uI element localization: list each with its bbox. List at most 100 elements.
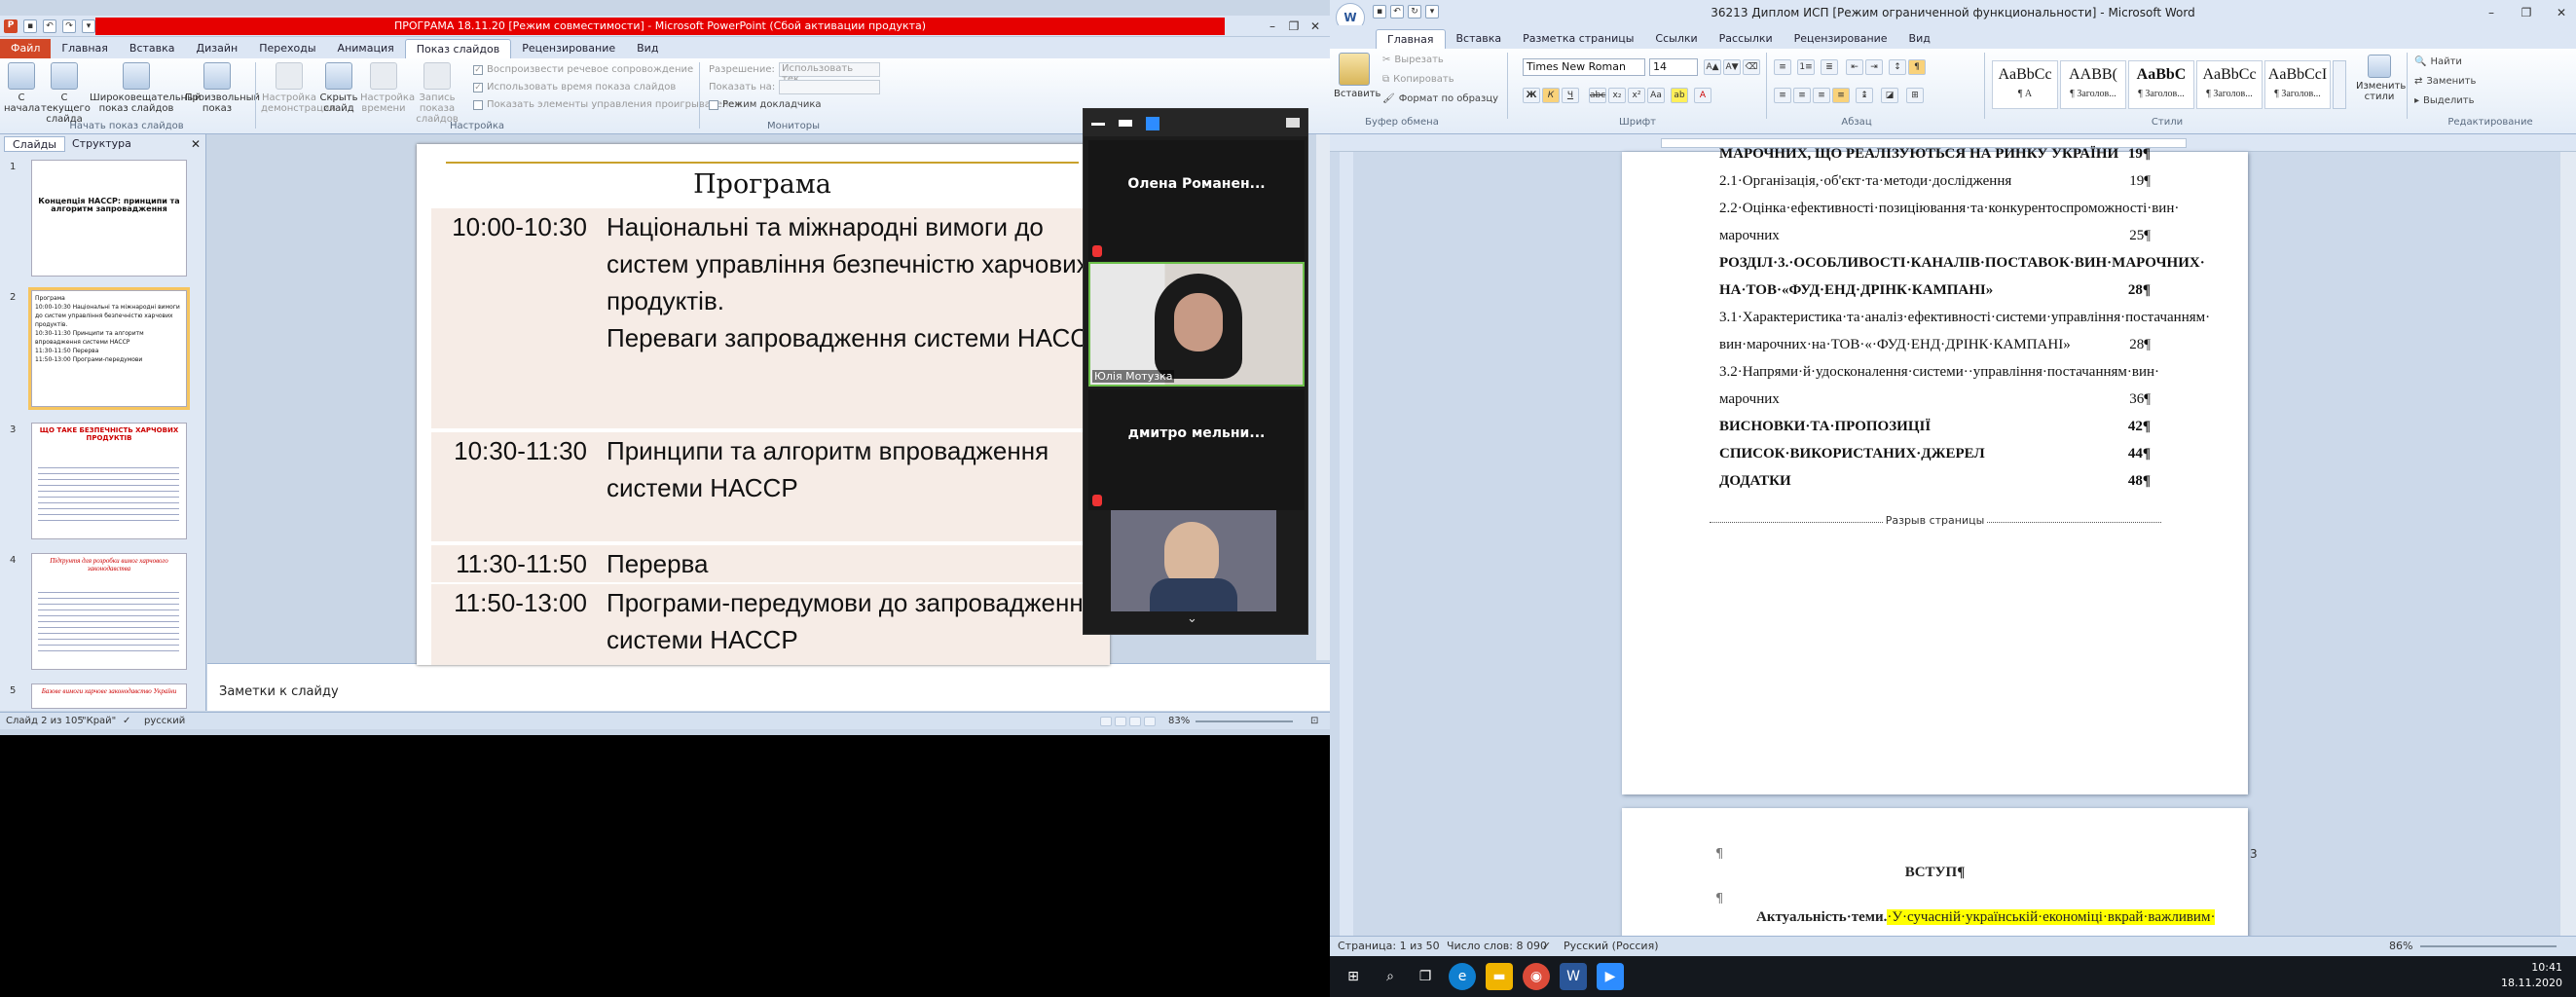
borders-icon[interactable]: ⊞ <box>1906 88 1924 103</box>
notes-pane[interactable]: Заметки к слайду <box>207 663 1330 711</box>
change-case-icon[interactable]: Aa <box>1647 88 1665 103</box>
spellcheck-icon[interactable]: ✓ <box>123 713 130 730</box>
tab-mailings[interactable]: Рассылки <box>1709 29 1784 49</box>
minimize-panel-icon[interactable] <box>1091 123 1105 126</box>
spellcheck-icon[interactable]: ✓ <box>1542 937 1551 956</box>
style-heading-1[interactable]: AABB(¶ Заголов... <box>2060 60 2126 109</box>
tab-insert[interactable]: Вставка <box>119 39 186 58</box>
line-spacing-icon[interactable]: ↨ <box>1856 88 1873 103</box>
tab-references[interactable]: Ссылки <box>1644 29 1708 49</box>
document-page[interactable]: МАРОЧНИХ, ЩО РЕАЛІЗУЮТЬСЯ НА РИНКУ УКРАЇ… <box>1622 146 2248 794</box>
tab-transitions[interactable]: Переходы <box>248 39 326 58</box>
word-count[interactable]: Число слов: 8 090 <box>1447 937 1547 956</box>
find-button[interactable]: 🔍 Найти <box>2414 56 2462 67</box>
highlight-icon[interactable]: ab <box>1671 88 1688 103</box>
minimize-icon[interactable]: – <box>1262 18 1283 34</box>
from-current-button[interactable]: С текущего слайда <box>41 62 91 125</box>
presenter-view-checkbox[interactable]: Режим докладчика <box>709 99 822 110</box>
tab-view[interactable]: Вид <box>626 39 669 58</box>
sort-icon[interactable]: ↕ <box>1889 59 1906 75</box>
slide-thumbnail-1[interactable]: Концепція НАССР: принципи та алгоритм за… <box>31 160 187 277</box>
decrease-indent-icon[interactable]: ⇤ <box>1846 59 1863 75</box>
narration-checkbox[interactable]: ✓ Воспроизвести речевое сопровождение <box>473 64 693 75</box>
cut-button[interactable]: ✂ Вырезать <box>1382 55 1444 65</box>
resolution-select[interactable]: Использовать тек... <box>779 62 880 85</box>
page-counter[interactable]: Страница: 1 из 50 <box>1338 937 1440 956</box>
fit-window-icon[interactable]: ⊡ <box>1310 713 1318 730</box>
save-icon[interactable]: ▪ <box>23 19 37 33</box>
tab-review[interactable]: Рецензирование <box>1784 29 1898 49</box>
restore-icon[interactable]: ❐ <box>1283 18 1305 34</box>
strikethrough-icon[interactable]: abc <box>1589 88 1606 103</box>
participant-video[interactable]: Юлія Мотузка <box>1088 262 1305 387</box>
media-controls-checkbox[interactable]: Показать элементы управления проигрывате… <box>473 99 742 110</box>
tab-slides[interactable]: Слайды <box>4 136 65 152</box>
undo-icon[interactable]: ↶ <box>43 19 56 33</box>
replace-button[interactable]: ⇄ Заменить <box>2414 76 2476 87</box>
tab-page-layout[interactable]: Разметка страницы <box>1512 29 1644 49</box>
format-painter-button[interactable]: 🖌 Формат по образцу <box>1382 93 1498 104</box>
timings-checkbox[interactable]: ✓ Использовать время показа слайдов <box>473 82 676 92</box>
document-page-2[interactable]: ¶ 3 ВСТУП¶ ¶ Актуальність·теми.·У·сучасн… <box>1622 808 2258 944</box>
copy-button[interactable]: ⧉ Копировать <box>1382 74 1454 85</box>
tab-outline[interactable]: Структура <box>64 136 139 152</box>
participant-tile[interactable]: дмитро мельни... <box>1088 389 1305 510</box>
scroll-down-icon[interactable]: ⌄ <box>1187 611 1197 626</box>
broadcast-button[interactable]: Широковещательный показ слайдов <box>90 62 202 114</box>
reading-view-icon[interactable] <box>1129 717 1141 726</box>
zoom-taskbar-icon[interactable]: ▶ <box>1597 963 1624 990</box>
style-heading-2[interactable]: AaBbC ¶ Заголов... <box>2128 60 2194 109</box>
italic-icon[interactable]: К <box>1542 88 1560 103</box>
hide-slide-button[interactable]: Скрыть слайд <box>319 62 358 114</box>
tab-view[interactable]: Вид <box>1898 29 1941 49</box>
slide-thumbnail-4[interactable]: Підґрунтя для розробки вимог харчового з… <box>31 553 187 670</box>
tab-insert[interactable]: Вставка <box>1446 29 1513 49</box>
align-center-icon[interactable]: ≡ <box>1793 88 1811 103</box>
search-icon[interactable]: ⌕ <box>1377 963 1404 990</box>
slide-thumbnail-5[interactable]: Базове вимоги харчове законодавство Укра… <box>31 683 187 709</box>
numbering-icon[interactable]: 1≡ <box>1797 59 1815 75</box>
sorter-view-icon[interactable] <box>1115 717 1126 726</box>
multilevel-list-icon[interactable]: ≣ <box>1821 59 1838 75</box>
align-right-icon[interactable]: ≡ <box>1813 88 1830 103</box>
bullets-icon[interactable]: ≡ <box>1774 59 1791 75</box>
customize-qat-icon[interactable]: ▾ <box>82 19 95 33</box>
save-icon[interactable]: ▪ <box>1373 5 1386 18</box>
slideshow-view-icon[interactable] <box>1144 717 1156 726</box>
restore-icon[interactable]: ❐ <box>2516 5 2537 20</box>
record-show-button[interactable]: Запись показа слайдов <box>409 62 465 125</box>
underline-icon[interactable]: Ч <box>1562 88 1579 103</box>
tab-design[interactable]: Дизайн <box>186 39 249 58</box>
setup-show-button[interactable]: Настройка демонстрации <box>261 62 336 114</box>
zoom-level[interactable]: 86% <box>2389 937 2412 956</box>
font-name-select[interactable]: Times New Roman <box>1523 58 1645 76</box>
chrome-icon[interactable]: ◉ <box>1523 963 1550 990</box>
from-start-button[interactable]: С начала <box>4 62 40 114</box>
style-normal[interactable]: AaBbCc ¶ А <box>1992 60 2058 109</box>
slide-thumbnail-2[interactable]: Програма 10:00-10:30 Національні та міжн… <box>28 287 190 410</box>
undo-icon[interactable]: ↶ <box>1390 5 1404 18</box>
normal-view-icon[interactable] <box>1100 717 1112 726</box>
rehearse-button[interactable]: Настройка времени <box>360 62 415 114</box>
subscript-icon[interactable]: x₂ <box>1608 88 1626 103</box>
tab-home[interactable]: Главная <box>1376 29 1446 49</box>
show-on-select[interactable] <box>779 80 880 94</box>
align-left-icon[interactable]: ≡ <box>1774 88 1791 103</box>
font-color-icon[interactable]: A <box>1694 88 1711 103</box>
style-heading-3[interactable]: AaBbCc ¶ Заголов... <box>2196 60 2263 109</box>
zoom-slider[interactable] <box>1196 720 1293 722</box>
close-icon[interactable]: ✕ <box>1305 18 1326 34</box>
powerpoint-app-icon[interactable]: P <box>4 19 18 33</box>
custom-show-button[interactable]: Произвольный показ <box>185 62 260 114</box>
justify-icon[interactable]: ≡ <box>1832 88 1850 103</box>
styles-scroll[interactable] <box>2333 60 2346 109</box>
participant-video[interactable] <box>1111 510 1276 611</box>
change-styles-button[interactable]: Изменить стили <box>2356 55 2406 102</box>
clear-format-icon[interactable]: ⌫ <box>1743 59 1760 75</box>
tab-home[interactable]: Главная <box>51 39 119 58</box>
slide-thumbnail-3[interactable]: ЩО ТАКЕ БЕЗПЕЧНІСТЬ ХАРЧОВИХ ПРОДУКТІВ <box>31 423 187 539</box>
shrink-font-icon[interactable]: A▼ <box>1723 59 1741 75</box>
tab-slideshow[interactable]: Показ слайдов <box>404 39 512 58</box>
language[interactable]: Русский (Россия) <box>1564 937 1659 956</box>
tab-animation[interactable]: Анимация <box>327 39 405 58</box>
